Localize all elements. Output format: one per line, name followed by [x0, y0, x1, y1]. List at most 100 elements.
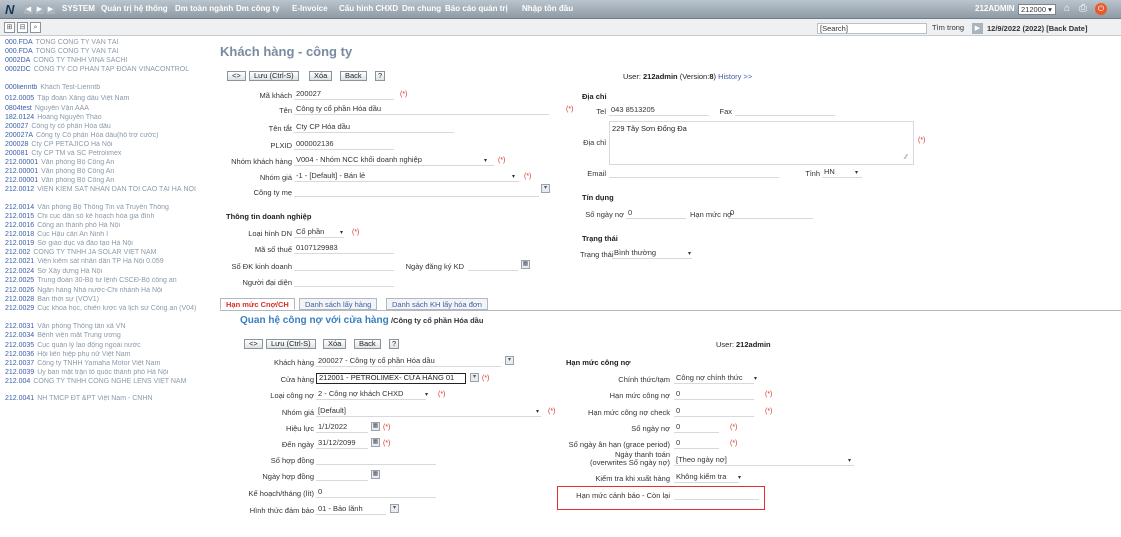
an-han-field[interactable]: 0: [674, 438, 719, 449]
list-item[interactable]: 000lienntb Khách Test-Lienntb: [5, 84, 210, 92]
list-item[interactable]: 212.002 CÔNG TY TNHH JA SOLAR VIỆT NAM: [5, 249, 210, 257]
list-item[interactable]: 0002DC CÔNG TY CỔ PHẦN TẬP ĐOÀN VINACONTR…: [5, 66, 210, 74]
mst-field[interactable]: 0107129983: [294, 243, 394, 254]
chevron-down-icon[interactable]: ▾: [855, 169, 858, 176]
tab-danh-sach-kh-hoa-don[interactable]: Danh sách KH lấy hóa đơn: [386, 298, 488, 310]
menu-dm-chung[interactable]: Dm chung: [402, 4, 441, 13]
ten-field[interactable]: Công ty cổ phần Hóa dầu: [294, 104, 549, 115]
menu-system[interactable]: SYSTEM: [62, 4, 95, 13]
list-item[interactable]: 212.0039 Ủy ban mặt trận tổ quốc thành ph…: [5, 369, 210, 377]
list-item[interactable]: 0804test Nguyễn Văn AAA: [5, 105, 210, 113]
kiem-tra-select[interactable]: Không kiểm tra: [674, 472, 739, 483]
nav-forward-icon[interactable]: ▶: [35, 5, 44, 14]
tel-field[interactable]: 043 8513205: [609, 105, 709, 116]
chevron-down-icon[interactable]: ▾: [688, 250, 691, 257]
lookup-icon[interactable]: ▾: [505, 356, 514, 365]
list-item[interactable]: 200028 Cty CP PETAJICO Hà Nội: [5, 141, 210, 149]
menu-dm-toan-nganh[interactable]: Dm toàn ngành: [175, 4, 233, 13]
menu-quan-tri-he-thong[interactable]: Quản trị hệ thống: [101, 4, 168, 13]
help-button[interactable]: ?: [375, 71, 386, 81]
so-ngay-no-field[interactable]: 0: [626, 208, 686, 219]
nhom-kh-select[interactable]: V004 - Nhóm NCC khối doanh nghiệp: [294, 155, 494, 166]
sub-help-button[interactable]: ?: [389, 339, 400, 349]
nav-back-icon[interactable]: ◀: [24, 5, 33, 14]
sub-save-button[interactable]: Lưu (Ctrl-S): [266, 339, 316, 349]
so-dk-field[interactable]: [294, 260, 394, 271]
list-item[interactable]: 212.0016 Công an thành phố Hà Nội: [5, 222, 210, 230]
calendar-icon[interactable]: ▦: [371, 438, 380, 447]
sub-swap-button[interactable]: <>: [244, 339, 263, 349]
menu-nhap-ton-dau[interactable]: Nhập tồn đầu: [522, 4, 573, 13]
list-item[interactable]: 212.0021 Viện kiểm sát nhân dân TP Hà Nội…: [5, 258, 210, 266]
tab-han-muc[interactable]: Hạn mức Cnợ/CH: [220, 298, 295, 310]
dia-chi-textarea[interactable]: 229 Tây Sơn Đống Đa: [609, 121, 914, 165]
menu-e-invoice[interactable]: E-Invoice: [292, 4, 328, 13]
list-item[interactable]: 212.00001 Văn phòng Bộ Công An: [5, 159, 210, 167]
power-icon[interactable]: ⏻: [1095, 3, 1107, 15]
nav-end-icon[interactable]: ▶: [46, 5, 55, 14]
sub-back-button[interactable]: Back: [354, 339, 381, 349]
tab-danh-sach-lay-hang[interactable]: Danh sách lấy hàng: [299, 298, 378, 310]
chevron-down-icon[interactable]: ▾: [425, 391, 428, 398]
list-item[interactable]: 212.0029 Cục khoa học, chiến lược và lịch…: [5, 305, 210, 313]
list-item[interactable]: 012.0005 Tập đoàn Xăng dầu Việt Nam: [5, 95, 210, 103]
list-item[interactable]: 212.0041 NH TMCP ĐT &PT Việt Nam - CNHN: [5, 395, 210, 403]
list-item[interactable]: 182.0124 Hoàng Nguyên Thảo: [5, 114, 210, 122]
calendar-icon[interactable]: ▦: [371, 470, 380, 479]
find-icon[interactable]: ⌕: [30, 22, 41, 33]
han-muc-no-field[interactable]: 0: [728, 208, 813, 219]
loai-cong-no-select[interactable]: 2 - Công nợ khách CHXD: [316, 389, 426, 400]
chevron-down-icon[interactable]: ▾: [484, 157, 487, 164]
ngay-tt-select[interactable]: [Theo ngày nợ]: [674, 455, 854, 466]
sub-so-ngay-no-field[interactable]: 0: [674, 422, 719, 433]
list-item[interactable]: 000.FDA TỔNG CÔNG TY VẬN TẢI: [5, 39, 210, 47]
hinh-thuc-field[interactable]: 01 - Bảo lãnh: [316, 504, 386, 515]
list-item[interactable]: 200027 Công ty cổ phần Hóa dầu: [5, 123, 210, 131]
list-item[interactable]: 200081 Cty CP TM và SC Petrolimex: [5, 150, 210, 158]
lookup-icon[interactable]: ▾: [390, 504, 399, 513]
list-item[interactable]: 200027A Công ty Cổ phần Hóa dầu(hỗ trợ cư…: [5, 132, 210, 140]
date-display[interactable]: 12/9/2022 (2022) [Back Date]: [987, 24, 1087, 33]
chevron-down-icon[interactable]: ▾: [512, 173, 515, 180]
canh-bao-field[interactable]: [674, 489, 759, 500]
calendar-icon[interactable]: ▦: [521, 260, 530, 269]
ke-hoach-field[interactable]: 0: [316, 487, 436, 498]
sub-delete-button[interactable]: Xóa: [323, 339, 347, 349]
hieu-luc-field[interactable]: 1/1/2022: [316, 422, 368, 433]
list-item[interactable]: 212.0036 Hội liên hiệp phụ nữ Việt Nam: [5, 351, 210, 359]
list-item[interactable]: 212.0035 Cục quản lý lao động ngoài nước: [5, 342, 210, 350]
search-input[interactable]: [Search]: [817, 23, 927, 34]
ngay-dk-field[interactable]: [468, 260, 518, 271]
chevron-down-icon[interactable]: ▾: [754, 375, 757, 382]
print-icon[interactable]: ⎙: [1079, 3, 1091, 15]
email-field[interactable]: [609, 167, 779, 178]
list-item[interactable]: 212.0018 Cục Hậu cần An Ninh I: [5, 231, 210, 239]
menu-bao-cao-quan-tri[interactable]: Báo cáo quản trị: [445, 4, 508, 13]
menu-cau-hinh-chxd[interactable]: Cấu hình CHXD: [339, 4, 398, 13]
list-item[interactable]: 212.0028 Ban thời sự (VOV1): [5, 296, 210, 304]
list-item[interactable]: 212.0025 Trung đoàn 30-Bộ tư lệnh CSCĐ-Bộ…: [5, 277, 210, 285]
list-item[interactable]: 212.004 CÔNG TY TNHH CÔNG NGHỆ LENS VIỆT …: [5, 378, 210, 386]
list-item[interactable]: 212.0037 Công ty TNHH Yamaha Motor Việt N…: [5, 360, 210, 368]
plxid-field[interactable]: 000002136: [294, 139, 394, 150]
list-item[interactable]: 000.FDA TỔNG CÔNG TY VẬN TẢI: [5, 48, 210, 56]
list-item[interactable]: 212.0015 Chi cục dân số kế hoạch hóa gia …: [5, 213, 210, 221]
so-hop-dong-field[interactable]: [316, 454, 436, 465]
ten-tat-field[interactable]: Cty CP Hóa dầu: [294, 122, 454, 133]
nguoi-dd-field[interactable]: [294, 276, 394, 287]
delete-button[interactable]: Xóa: [309, 71, 333, 81]
chevron-down-icon[interactable]: ▾: [340, 229, 343, 236]
list-item[interactable]: 212.0019 Sở giáo dục và đào tạo Hà Nội: [5, 240, 210, 248]
chevron-down-icon[interactable]: ▾: [738, 474, 741, 481]
cua-hang-field[interactable]: 212001 - PETROLIMEX- CỬA HÀNG 01: [316, 373, 466, 384]
lookup-icon[interactable]: ▾: [470, 373, 479, 382]
khach-hang-field[interactable]: 200027 - Công ty cổ phần Hóa dầu: [316, 356, 501, 367]
ngay-hop-dong-field[interactable]: [316, 470, 368, 481]
loai-hinh-select[interactable]: Cổ phần: [294, 227, 344, 238]
list-item[interactable]: 212.0024 Sở Xây dựng Hà Nội: [5, 268, 210, 276]
collapse-icon[interactable]: ⊟: [17, 22, 28, 33]
list-item[interactable]: 212.00001 Văn phòng Bộ Công An: [5, 177, 210, 185]
list-item[interactable]: 212.0031 Văn phòng Thông tấn xã VN: [5, 323, 210, 331]
back-button[interactable]: Back: [340, 71, 367, 81]
swap-button[interactable]: <>: [227, 71, 246, 81]
